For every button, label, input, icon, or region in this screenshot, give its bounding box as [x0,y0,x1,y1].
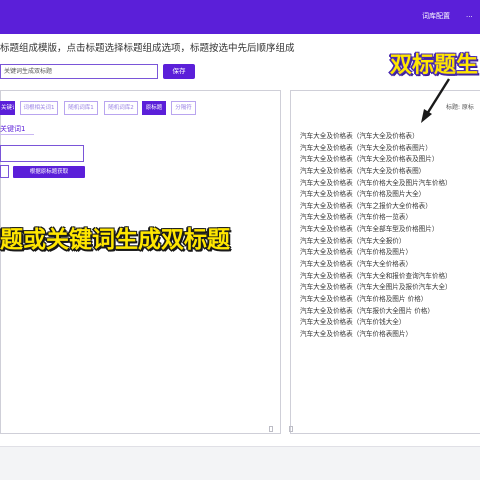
small-input[interactable] [0,165,9,178]
nav-item-word-config[interactable]: 词库配置 [422,11,450,21]
title-name-input[interactable]: 关键词生成双标题 [0,64,158,79]
tag-original-title[interactable]: 原标题 [142,101,166,115]
tab-underline [0,134,34,135]
keyword-textarea[interactable] [0,145,84,162]
tab-keyword-1[interactable]: 关键词1 [0,124,25,134]
list-item: 汽车大全及价格表（汽车价格表图片） [300,329,413,338]
tag-separator[interactable]: 分隔符 [171,101,196,115]
list-item: 汽车大全及价格表（汽车大全报价） [300,236,406,245]
resize-handle-right[interactable] [289,426,293,432]
list-item: 汽车大全及价格表（汽车之报价大全价格表） [300,201,432,210]
list-item: 汽车大全及价格表（汽车大全图片及报价汽车大全） [300,283,452,292]
footer-strip [0,446,480,480]
list-item: 汽车大全及价格表（汽车价格一览表） [300,213,413,222]
generated-title-list: 汽车大全及价格表（汽车大全及价格表） 汽车大全及价格表（汽车大全及价格表图片） … [300,131,480,341]
resize-handle-left[interactable] [269,426,273,432]
tag-keyword-1[interactable]: 关键词1 [0,101,15,115]
annotation-arrow-icon [421,78,451,123]
list-item: 汽车大全及价格表（汽车大全及价格表） [300,132,419,140]
fetch-by-original-title-button[interactable]: 根据原标题获取 [13,166,85,178]
annotation-double-title: 双标题生 [390,53,479,78]
instruction-text: 标题组成模版，点击标题选择标题组成选项，标题按选中先后顺序组成 [0,43,295,54]
list-item: 汽车大全及价格表（汽车大全及价格表图片） [300,143,432,152]
annotation-keyword-generation: 题或关键词生成双标题 [0,227,230,253]
list-item: 汽车大全及价格表（汽车大全及价格表及图片） [300,155,439,164]
list-item: 汽车大全及价格表（汽车大全及价格表图） [300,166,426,175]
tag-random-library-1[interactable]: 随机词库1 [64,101,98,115]
template-editor-panel [0,90,281,434]
save-button[interactable]: 保存 [163,64,195,79]
list-item: 汽车大全及价格表（汽车大全价格表） [300,260,413,269]
list-item: 汽车大全及价格表（汽车报价大全图片 价格） [300,306,434,315]
tag-random-library-2[interactable]: 随机词库2 [104,101,138,115]
list-item: 汽车大全及价格表（汽车全部车型及价格图片） [300,225,439,234]
nav-item-overflow[interactable]: ... [466,11,473,19]
list-item: 汽车大全及价格表（汽车大全和报价查询汽车价格） [300,271,452,280]
tag-root-related-word[interactable]: 词根相关词1 [20,101,58,115]
list-item: 汽车大全及价格表（汽车价钱大全） [300,318,406,327]
list-item: 汽车大全及价格表（汽车价格大全及图片汽车价格） [300,178,452,187]
list-item: 汽车大全及价格表（汽车价格及图片） [300,248,413,257]
list-item: 汽车大全及价格表（汽车价格及图片 价格） [300,294,428,303]
list-item: 汽车大全及价格表（汽车价格及图片大全） [300,190,426,199]
top-navbar: 词库配置 ... [0,0,480,34]
